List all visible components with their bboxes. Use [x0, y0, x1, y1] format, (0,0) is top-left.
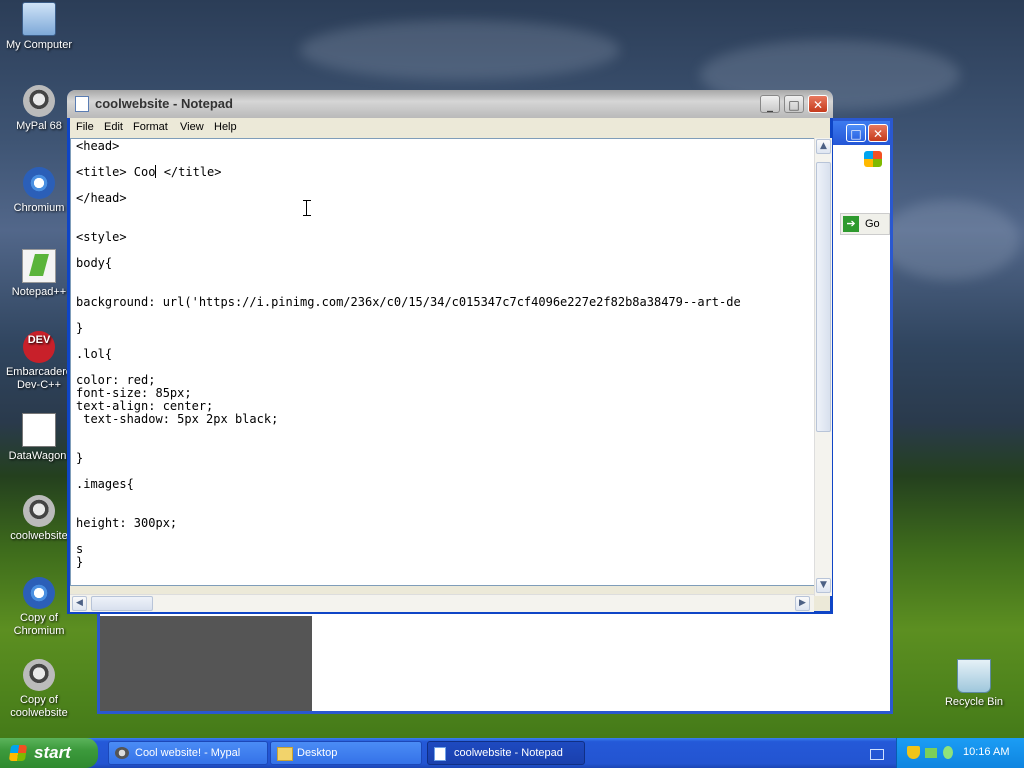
- taskbar: start Cool website! - Mypal Desktop cool…: [0, 738, 1024, 768]
- notepad-icon: [75, 96, 89, 112]
- vertical-scrollbar[interactable]: ▲ ▼: [814, 138, 832, 596]
- folder-icon: [277, 747, 293, 761]
- code-line: font-size: 85px;: [76, 386, 192, 400]
- windows-logo-icon: [864, 151, 882, 167]
- code-line: .lol{: [76, 347, 113, 361]
- network-icon[interactable]: [925, 748, 937, 758]
- mypal-icon: [23, 85, 55, 117]
- devcpp-icon: DEV: [23, 331, 55, 363]
- desktop-icon-label: DataWagon.: [8, 450, 70, 462]
- notepad-titlebar[interactable]: coolwebsite - Notepad _ □ ✕: [67, 90, 833, 118]
- code-line: <style>: [76, 230, 127, 244]
- maximize-button[interactable]: □: [846, 124, 866, 142]
- notepad-window[interactable]: coolwebsite - Notepad _ □ ✕ File Edit Fo…: [67, 90, 833, 614]
- desktop-icon-label: MyPal 68: [16, 120, 62, 132]
- taskbar-item-mypal[interactable]: Cool website! - Mypal: [108, 741, 268, 765]
- horizontal-scrollbar[interactable]: ◀ ▶: [70, 594, 814, 612]
- scroll-up-button[interactable]: ▲: [816, 139, 831, 154]
- clock[interactable]: 10:16 AM: [963, 746, 1009, 758]
- desktop-icon-label: Recycle Bin: [944, 696, 1004, 708]
- desktop-icon-label: coolwebsite: [10, 530, 68, 542]
- coolwebsite-icon: [23, 659, 55, 691]
- menu-edit[interactable]: Edit: [104, 121, 123, 133]
- taskbar-item-notepad[interactable]: coolwebsite - Notepad: [427, 741, 585, 765]
- desktop-icon-label: Copy of Chromium: [13, 612, 65, 637]
- menu-format[interactable]: Format: [133, 121, 168, 133]
- scroll-down-button[interactable]: ▼: [816, 578, 831, 593]
- system-tray: 10:16 AM: [896, 738, 1024, 768]
- code-line: color: red;: [76, 373, 156, 387]
- code-line: body{: [76, 256, 113, 270]
- code-line: </head>: [76, 191, 127, 205]
- menu-bar: File Edit Format View Help: [70, 118, 830, 138]
- menu-help[interactable]: Help: [214, 121, 237, 133]
- code-line: }: [76, 451, 84, 465]
- desktop-icon-label: Chromium: [13, 202, 65, 214]
- code-line: text-align: center;: [76, 399, 214, 413]
- window-title: coolwebsite - Notepad: [95, 96, 233, 111]
- ibeam-cursor-icon: [303, 200, 311, 216]
- code-line: }: [76, 555, 84, 569]
- code-line: }: [76, 321, 84, 335]
- desktop-icon-label: Notepad++: [11, 286, 67, 298]
- menu-view[interactable]: View: [180, 121, 204, 133]
- desktop-icon-my-computer[interactable]: My Computer: [0, 2, 78, 52]
- code-line: s: [76, 542, 84, 556]
- desktop-icon-label: Copy of coolwebsite: [10, 694, 68, 719]
- text-editor-area[interactable]: <head> <title> Coo </title> </head> <sty…: [70, 138, 815, 586]
- code-line: .images{: [76, 477, 134, 491]
- chromium-icon: [23, 577, 55, 609]
- desktop-icon-copy-coolwebsite[interactable]: Copy of coolwebsite: [0, 659, 78, 720]
- close-button[interactable]: ✕: [808, 95, 828, 113]
- desktop-icon-label: Embarcadero Dev-C++: [5, 366, 73, 391]
- maximize-button[interactable]: □: [784, 95, 804, 113]
- recycle-bin-icon: [957, 659, 991, 693]
- scroll-right-button[interactable]: ▶: [795, 596, 810, 611]
- close-button[interactable]: ✕: [868, 124, 888, 142]
- mypal-icon: [115, 747, 129, 759]
- my-computer-icon: [22, 2, 56, 36]
- security-shield-icon[interactable]: [907, 746, 920, 759]
- code-line: <title> Coo </title>: [76, 165, 222, 179]
- code-line: <head>: [76, 139, 120, 153]
- safely-remove-hardware-icon[interactable]: [943, 746, 953, 759]
- go-arrow-icon: ➔: [843, 216, 859, 232]
- start-button[interactable]: start: [0, 738, 98, 768]
- minimize-button[interactable]: _: [760, 95, 780, 113]
- windows-flag-icon: [8, 745, 28, 761]
- code-line: background: url('https://i.pinimg.com/23…: [76, 295, 741, 309]
- document-icon: [22, 413, 56, 447]
- notepadpp-icon: [22, 249, 56, 283]
- notepad-icon: [434, 747, 446, 761]
- scroll-left-button[interactable]: ◀: [72, 596, 87, 611]
- horizontal-scroll-thumb[interactable]: [91, 596, 153, 611]
- page-content-dark-area: [100, 616, 312, 711]
- desktop-icon-recycle-bin[interactable]: Recycle Bin: [935, 659, 1013, 709]
- go-button[interactable]: ➔ Go: [840, 213, 890, 235]
- vertical-scroll-thumb[interactable]: [816, 162, 831, 432]
- chromium-icon: [23, 167, 55, 199]
- coolwebsite-icon: [23, 495, 55, 527]
- code-line: height: 300px;: [76, 516, 178, 530]
- taskbar-item-desktop[interactable]: Desktop: [270, 741, 422, 765]
- keyboard-icon[interactable]: [870, 749, 884, 760]
- desktop-icon-label: My Computer: [5, 39, 73, 51]
- menu-file[interactable]: File: [76, 121, 94, 133]
- code-line: text-shadow: 5px 2px black;: [76, 412, 279, 426]
